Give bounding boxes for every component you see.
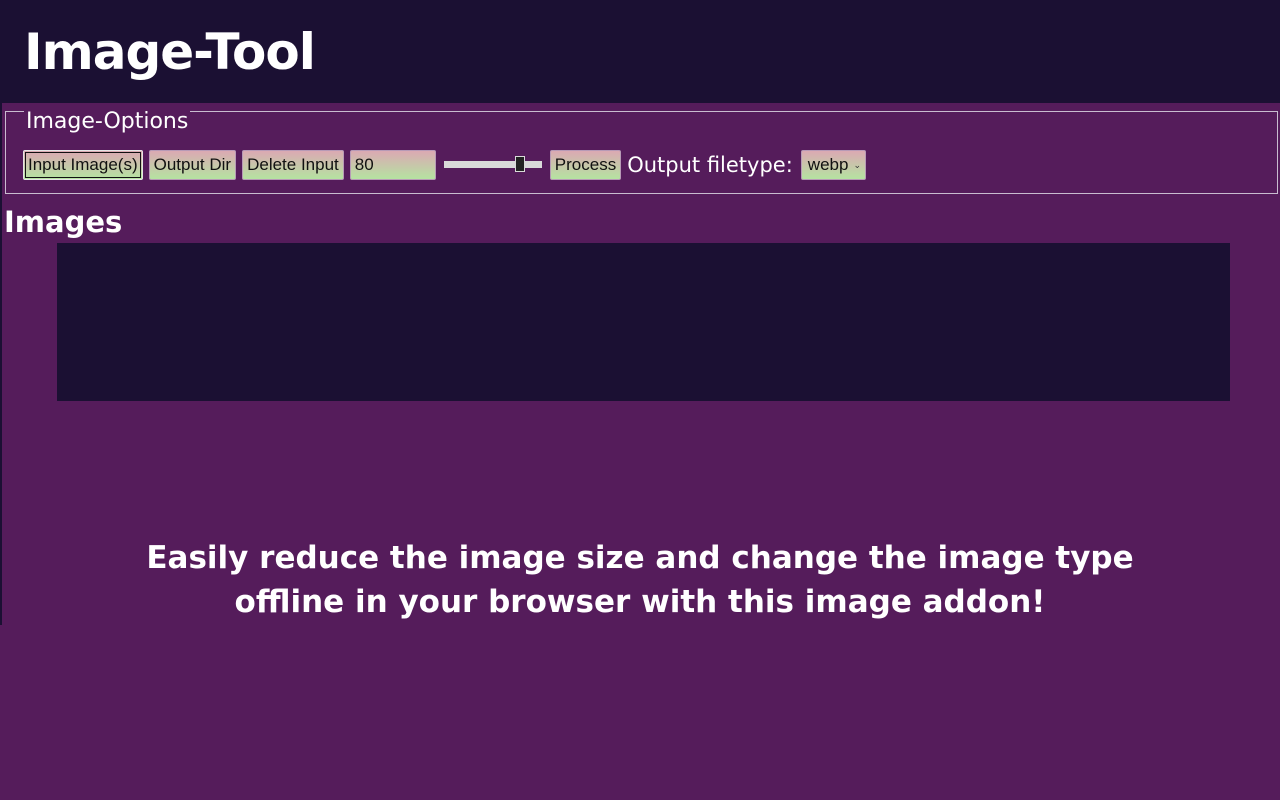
- chevron-down-icon: ⌄: [853, 159, 861, 170]
- output-filetype-select[interactable]: webp ⌄: [800, 150, 866, 180]
- quality-slider-thumb[interactable]: [515, 157, 524, 171]
- promo-tagline: Easily reduce the image size and change …: [0, 536, 1280, 624]
- image-options-toolbar: Input Image(s) Output Dir Delete Input P…: [23, 150, 866, 180]
- promo-tagline-line-1: Easily reduce the image size and change …: [146, 540, 1134, 576]
- quality-input[interactable]: [349, 150, 436, 180]
- app-window: Image-Tool Image-Options Input Image(s) …: [0, 0, 1280, 625]
- output-filetype-value: webp: [807, 155, 849, 174]
- quality-slider[interactable]: [443, 150, 542, 180]
- output-dir-button[interactable]: Output Dir: [148, 150, 237, 180]
- app-header: Image-Tool: [2, 1, 1280, 103]
- images-list-panel: [57, 243, 1230, 401]
- output-filetype-label: Output filetype:: [627, 153, 793, 177]
- delete-input-button[interactable]: Delete Input: [242, 150, 344, 180]
- promo-tagline-line-2: offline in your browser with this image …: [234, 584, 1046, 620]
- image-options-legend: Image-Options: [24, 109, 191, 134]
- app-title: Image-Tool: [24, 23, 316, 81]
- images-heading: Images: [4, 205, 123, 239]
- input-images-button[interactable]: Input Image(s): [23, 150, 143, 180]
- process-button[interactable]: Process: [549, 150, 622, 180]
- quality-slider-track: [443, 161, 542, 168]
